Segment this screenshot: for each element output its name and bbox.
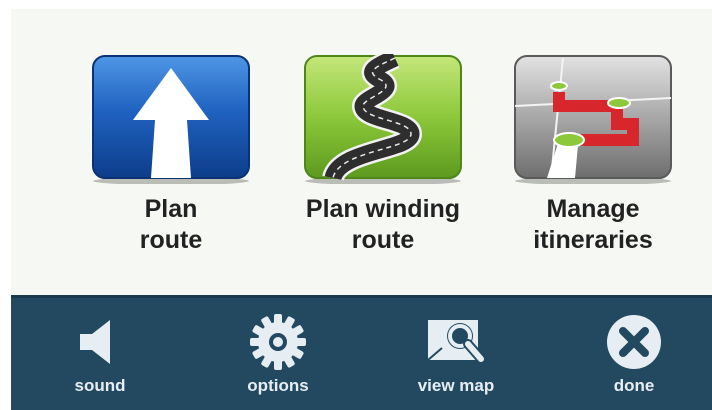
plan-route-button[interactable]: Plan route	[71, 54, 271, 256]
done-button[interactable]: done	[569, 312, 699, 396]
plan-route-arrow-icon	[92, 55, 250, 184]
speaker-icon	[80, 320, 110, 364]
itinerary-map-icon	[514, 55, 672, 184]
bottom-toolbar: sound options view map done	[11, 295, 712, 410]
plan-winding-route-label-line2: route	[351, 226, 415, 254]
sound-label: sound	[74, 376, 126, 395]
sound-button[interactable]: sound	[35, 312, 165, 396]
map-search-icon	[427, 320, 486, 365]
plan-route-label-line1: Plan	[144, 195, 198, 223]
view-map-label: view map	[417, 376, 495, 395]
options-button[interactable]: options	[213, 312, 343, 396]
plan-winding-route-label: Plan winding route	[283, 194, 483, 256]
manage-itineraries-label-line1: Manage	[546, 195, 640, 223]
plan-route-label-line2: route	[139, 226, 203, 254]
done-label: done	[613, 376, 655, 395]
view-map-button[interactable]: view map	[391, 312, 521, 396]
plan-route-label: Plan route	[71, 194, 271, 256]
screen: Plan route Plan winding route Manage iti…	[0, 0, 712, 410]
manage-itineraries-label: Manage itineraries	[493, 194, 693, 256]
gear-icon	[250, 314, 306, 370]
options-label: options	[247, 376, 309, 395]
manage-itineraries-label-line2: itineraries	[533, 226, 653, 254]
main-menu-panel: Plan route Plan winding route Manage iti…	[11, 9, 712, 295]
plan-winding-route-label-line1: Plan winding	[305, 195, 461, 223]
plan-winding-route-button[interactable]: Plan winding route	[283, 54, 483, 256]
manage-itineraries-button[interactable]: Manage itineraries	[493, 54, 693, 256]
close-circle-icon	[607, 315, 661, 369]
winding-road-icon	[304, 54, 462, 184]
